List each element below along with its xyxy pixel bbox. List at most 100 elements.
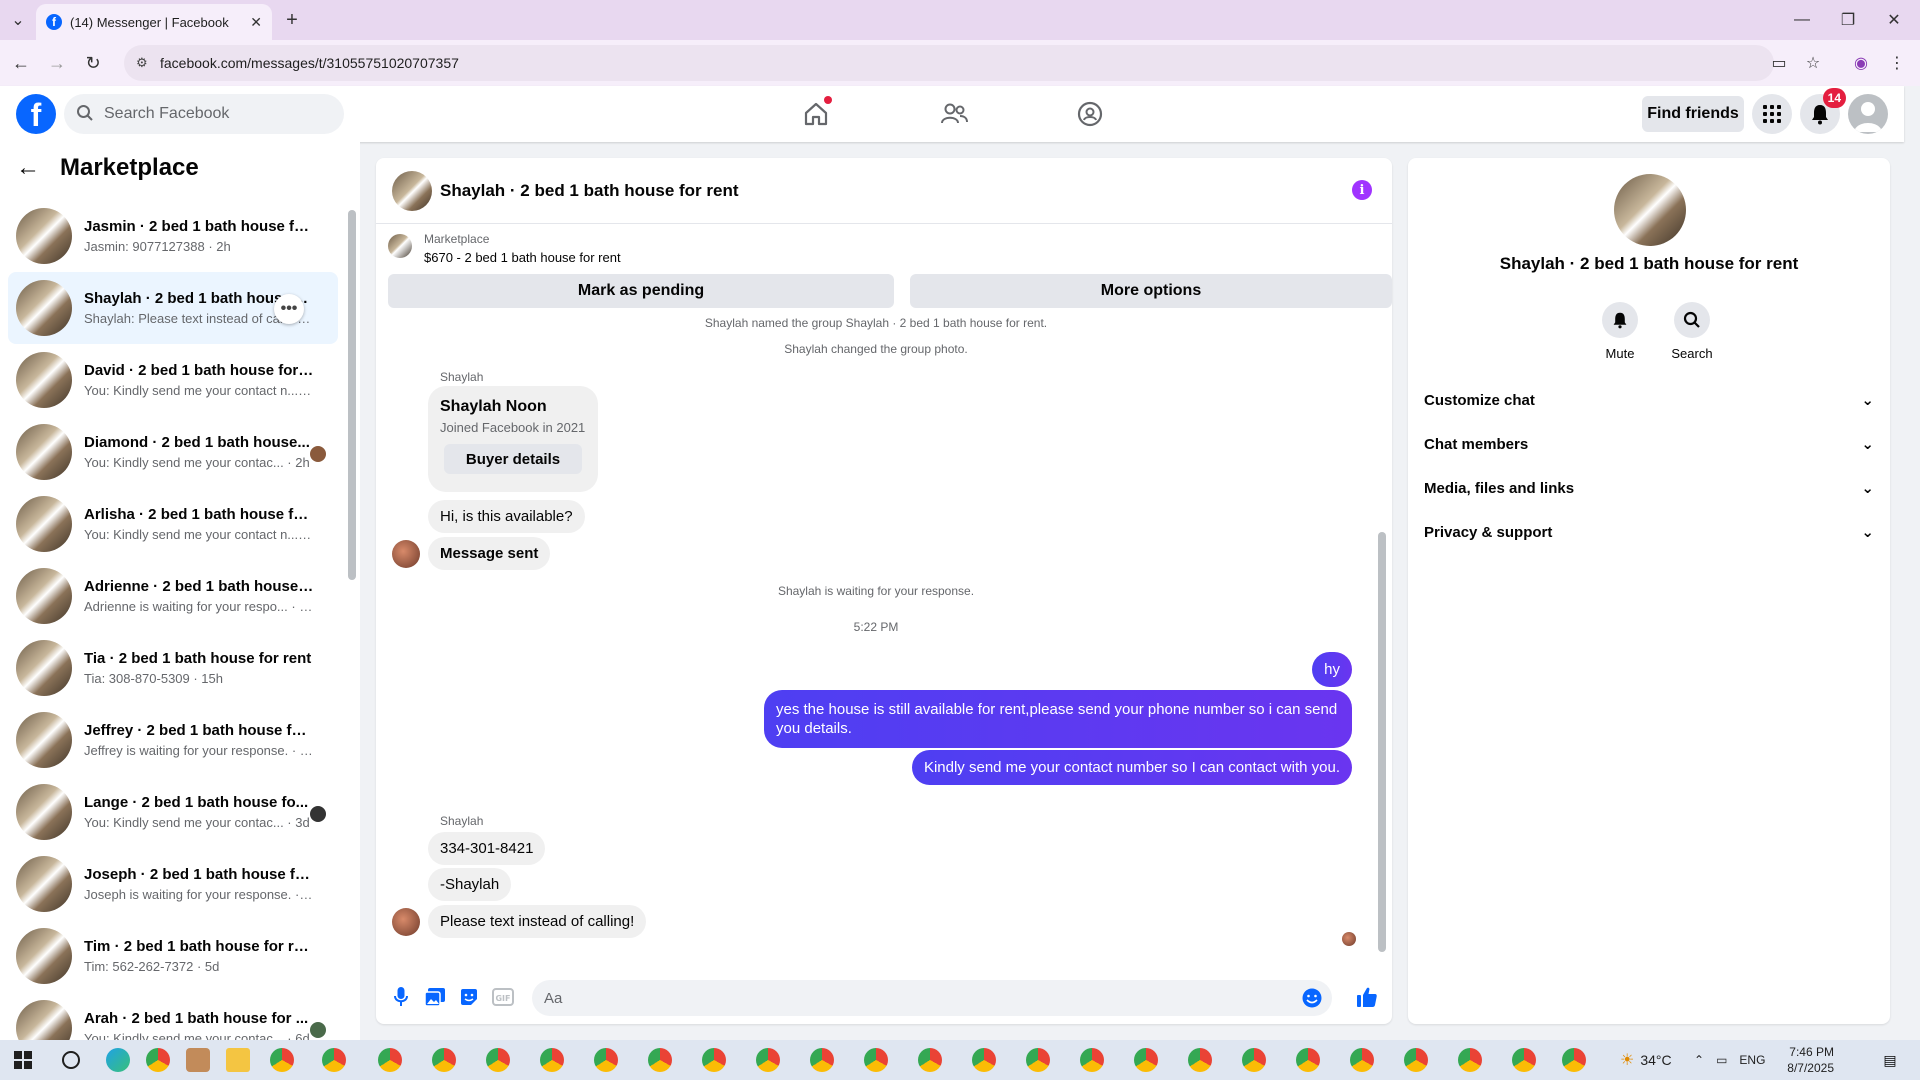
chrome-window-icon[interactable] — [702, 1048, 726, 1072]
install-app-icon[interactable]: ▭ — [1768, 52, 1790, 74]
emoji-icon[interactable] — [1302, 988, 1322, 1012]
microphone-icon[interactable] — [388, 984, 414, 1010]
like-thumbs-up-icon[interactable] — [1354, 984, 1380, 1010]
chrome-window-icon[interactable] — [972, 1048, 996, 1072]
friends-nav-icon[interactable] — [934, 94, 974, 134]
conversation-info-icon[interactable]: i — [1352, 180, 1372, 200]
chrome-window-icon[interactable] — [594, 1048, 618, 1072]
chrome-window-icon[interactable] — [1458, 1048, 1482, 1072]
customize-chat-row[interactable]: Customize chat ⌄ — [1424, 382, 1874, 418]
chrome-window-icon[interactable] — [1404, 1048, 1428, 1072]
chrome-window-icon[interactable] — [756, 1048, 780, 1072]
search-action[interactable]: Search — [1662, 302, 1722, 361]
bookmark-star-icon[interactable]: ☆ — [1802, 52, 1824, 74]
sticker-icon[interactable] — [456, 984, 482, 1010]
photos-app-icon[interactable] — [186, 1048, 210, 1072]
mark-as-pending-button[interactable]: Mark as pending — [388, 274, 894, 308]
chrome-window-icon[interactable] — [1026, 1048, 1050, 1072]
listing-price-title[interactable]: $670 - 2 bed 1 bath house for rent — [424, 250, 621, 265]
groups-nav-icon[interactable] — [1070, 94, 1110, 134]
chrome-window-icon[interactable] — [1350, 1048, 1374, 1072]
chrome-window-icon[interactable] — [432, 1048, 456, 1072]
group-photo[interactable] — [1614, 174, 1686, 246]
facebook-logo-icon[interactable]: f — [16, 94, 56, 134]
chrome-window-icon[interactable] — [864, 1048, 888, 1072]
conversation-options-button[interactable]: ••• — [274, 294, 304, 324]
chrome-app-icon[interactable] — [146, 1048, 170, 1072]
chrome-window-icon[interactable] — [1242, 1048, 1266, 1072]
file-explorer-icon[interactable] — [226, 1048, 250, 1072]
tab-list-icon[interactable]: ⌄ — [8, 10, 28, 30]
back-icon[interactable]: ← — [10, 52, 32, 74]
more-options-button[interactable]: More options — [910, 274, 1392, 308]
new-tab-icon[interactable]: + — [282, 9, 302, 31]
windows-start-icon[interactable] — [14, 1051, 32, 1069]
conversation-item[interactable]: Diamond · 2 bed 1 bath house... You: Kind… — [8, 416, 338, 488]
edge-app-icon[interactable] — [106, 1048, 130, 1072]
home-nav-icon[interactable] — [796, 94, 836, 134]
conversation-item[interactable]: Jeffrey · 2 bed 1 bath house for r... Jef… — [8, 704, 338, 776]
close-window-icon[interactable]: ✕ — [1884, 10, 1904, 30]
conversation-item[interactable]: Tia · 2 bed 1 bath house for rent Tia: 30… — [8, 632, 338, 704]
chrome-window-icon[interactable] — [1562, 1048, 1586, 1072]
chrome-window-icon[interactable] — [918, 1048, 942, 1072]
taskbar-clock[interactable]: 7:46 PM 8/7/2025 — [1754, 1044, 1834, 1076]
notifications-button[interactable]: 14 — [1800, 88, 1846, 134]
weather-widget[interactable]: ☀ 34°C — [1620, 1040, 1672, 1080]
media-files-links-row[interactable]: Media, files and links ⌄ — [1424, 470, 1874, 506]
chrome-window-icon[interactable] — [810, 1048, 834, 1072]
facebook-search-input[interactable]: Search Facebook — [64, 94, 344, 134]
chrome-window-icon[interactable] — [1296, 1048, 1320, 1072]
sender-avatar[interactable] — [392, 540, 420, 568]
network-icon[interactable]: ▭ — [1716, 1053, 1727, 1067]
menu-grid-button[interactable] — [1752, 94, 1792, 134]
site-settings-icon[interactable]: ⚙ — [136, 55, 148, 71]
address-bar[interactable]: ⚙ facebook.com/messages/t/31055751020707… — [124, 45, 1774, 81]
chat-members-row[interactable]: Chat members ⌄ — [1424, 426, 1874, 462]
sidebar-scrollbar[interactable] — [348, 210, 356, 580]
chat-group-photo[interactable] — [392, 170, 432, 211]
mute-action[interactable]: Mute — [1590, 302, 1650, 361]
chrome-window-icon[interactable] — [378, 1048, 402, 1072]
tray-chevron-icon[interactable]: ⌃ — [1694, 1053, 1704, 1067]
photo-icon[interactable] — [422, 984, 448, 1010]
search-circle-icon[interactable] — [62, 1051, 80, 1069]
chrome-window-icon[interactable] — [540, 1048, 564, 1072]
message-input[interactable]: Aa — [532, 980, 1332, 1016]
browser-menu-icon[interactable]: ⋮ — [1886, 52, 1908, 74]
conversation-item[interactable]: David · 2 bed 1 bath house for r... You: … — [8, 344, 338, 416]
conversation-item[interactable]: Jasmin · 2 bed 1 bath house for r... Jasm… — [8, 200, 338, 272]
buyer-details-button[interactable]: Buyer details — [444, 444, 582, 474]
browser-tab-active[interactable]: f (14) Messenger | Facebook ✕ — [36, 4, 272, 40]
chrome-window-icon[interactable] — [270, 1048, 294, 1072]
find-friends-button[interactable]: Find friends — [1642, 96, 1744, 132]
conversation-item[interactable]: Adrienne · 2 bed 1 bath house fo... Adrie… — [8, 560, 338, 632]
restore-icon[interactable]: ❐ — [1838, 10, 1858, 30]
back-arrow-icon[interactable]: ← — [16, 154, 40, 182]
conversation-item[interactable]: Tim · 2 bed 1 bath house for rent Tim: 56… — [8, 920, 338, 992]
conversation-item-active[interactable]: Shaylah · 2 bed 1 bath house ... Shaylah:… — [8, 272, 338, 344]
reload-icon[interactable]: ↻ — [82, 52, 104, 74]
chrome-window-icon[interactable] — [486, 1048, 510, 1072]
account-avatar[interactable] — [1848, 94, 1888, 134]
conversation-item[interactable]: Joseph · 2 bed 1 bath house for ... Josep… — [8, 848, 338, 920]
chrome-window-icon[interactable] — [1080, 1048, 1104, 1072]
minimize-icon[interactable]: — — [1792, 10, 1812, 30]
chrome-window-icon[interactable] — [1512, 1048, 1536, 1072]
profile-icon[interactable]: ◉ — [1850, 52, 1872, 74]
chrome-window-icon[interactable] — [1188, 1048, 1212, 1072]
chrome-window-icon[interactable] — [1134, 1048, 1158, 1072]
sender-avatar[interactable] — [392, 908, 420, 936]
close-tab-icon[interactable]: ✕ — [250, 14, 262, 31]
gif-icon[interactable]: GIF — [490, 984, 516, 1010]
conversation-item[interactable]: Arlisha · 2 bed 1 bath house for r... You… — [8, 488, 338, 560]
conversation-item[interactable]: Lange · 2 bed 1 bath house fo... You: Kin… — [8, 776, 338, 848]
forward-icon[interactable]: → — [46, 52, 68, 74]
chat-title[interactable]: Shaylah · 2 bed 1 bath house for rent — [440, 181, 739, 201]
chrome-window-icon[interactable] — [322, 1048, 346, 1072]
conversation-item[interactable]: Arah · 2 bed 1 bath house for ... You: Ki… — [8, 992, 338, 1040]
notification-center-icon[interactable]: ▤ — [1880, 1050, 1900, 1070]
privacy-support-row[interactable]: Privacy & support ⌄ — [1424, 514, 1874, 550]
chrome-window-icon[interactable] — [648, 1048, 672, 1072]
chat-scrollbar[interactable] — [1378, 532, 1386, 952]
